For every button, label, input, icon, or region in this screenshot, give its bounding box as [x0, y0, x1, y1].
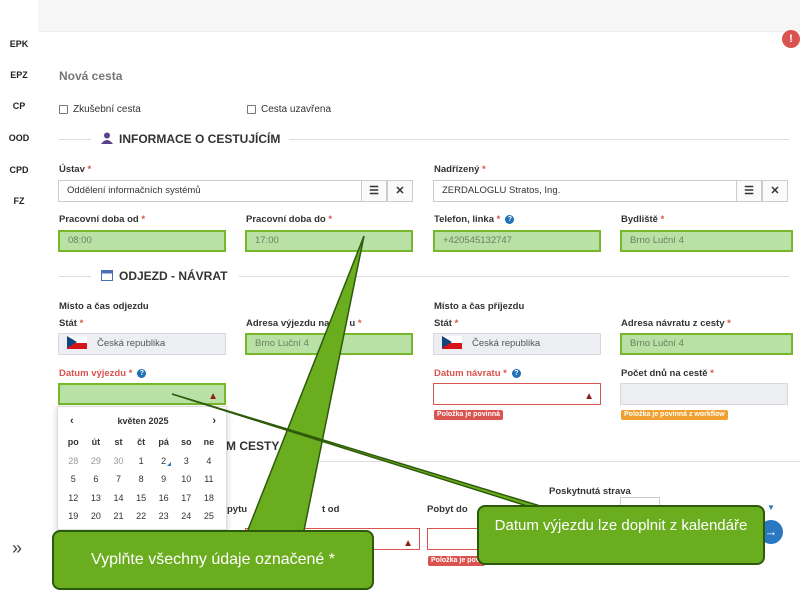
callout-calendar-hint: Datum výjezdu lze doplnit z kalendáře — [477, 505, 765, 565]
callout-required-fields: Vyplňte všechny údaje označené * — [52, 530, 374, 590]
